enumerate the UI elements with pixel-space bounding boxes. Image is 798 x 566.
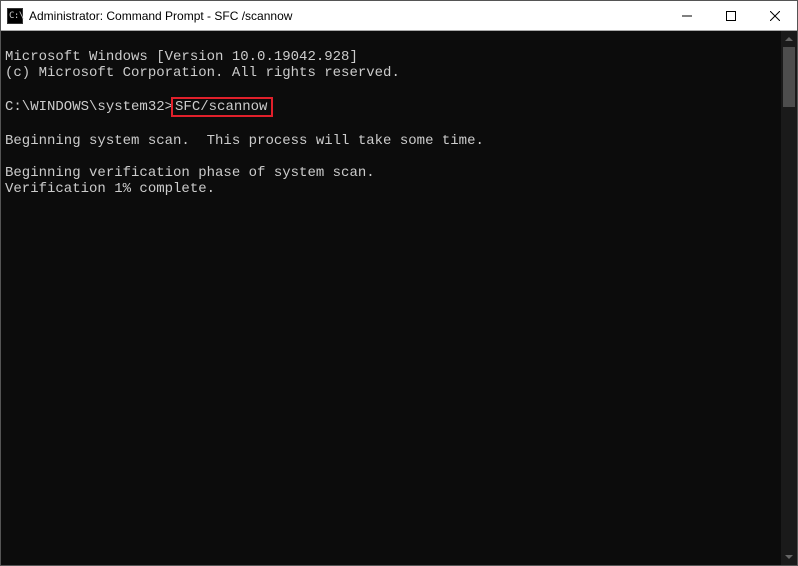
command-highlight: SFC/scannow (171, 97, 273, 117)
prompt-line: C:\WINDOWS\system32>SFC/scannow (5, 97, 777, 117)
window-title: Administrator: Command Prompt - SFC /sca… (29, 9, 665, 23)
prompt-path: C:\WINDOWS\system32> (5, 99, 173, 115)
output-line (5, 117, 777, 133)
vertical-scrollbar[interactable] (781, 31, 797, 565)
app-icon: C:\ (7, 8, 23, 24)
close-button[interactable] (753, 1, 797, 30)
minimize-button[interactable] (665, 1, 709, 30)
output-line (5, 81, 777, 97)
terminal-output[interactable]: Microsoft Windows [Version 10.0.19042.92… (1, 31, 781, 565)
output-line: Beginning system scan. This process will… (5, 133, 777, 149)
output-line (5, 149, 777, 165)
titlebar[interactable]: C:\ Administrator: Command Prompt - SFC … (1, 1, 797, 31)
output-line: Microsoft Windows [Version 10.0.19042.92… (5, 49, 777, 65)
scroll-down-button[interactable] (781, 549, 797, 565)
maximize-button[interactable] (709, 1, 753, 30)
output-line: Beginning verification phase of system s… (5, 165, 777, 181)
scroll-up-button[interactable] (781, 31, 797, 47)
terminal-area: Microsoft Windows [Version 10.0.19042.92… (1, 31, 797, 565)
window-controls (665, 1, 797, 30)
command-prompt-window: C:\ Administrator: Command Prompt - SFC … (0, 0, 798, 566)
output-line: Verification 1% complete. (5, 181, 777, 197)
output-line: (c) Microsoft Corporation. All rights re… (5, 65, 777, 81)
scroll-thumb[interactable] (783, 47, 795, 107)
